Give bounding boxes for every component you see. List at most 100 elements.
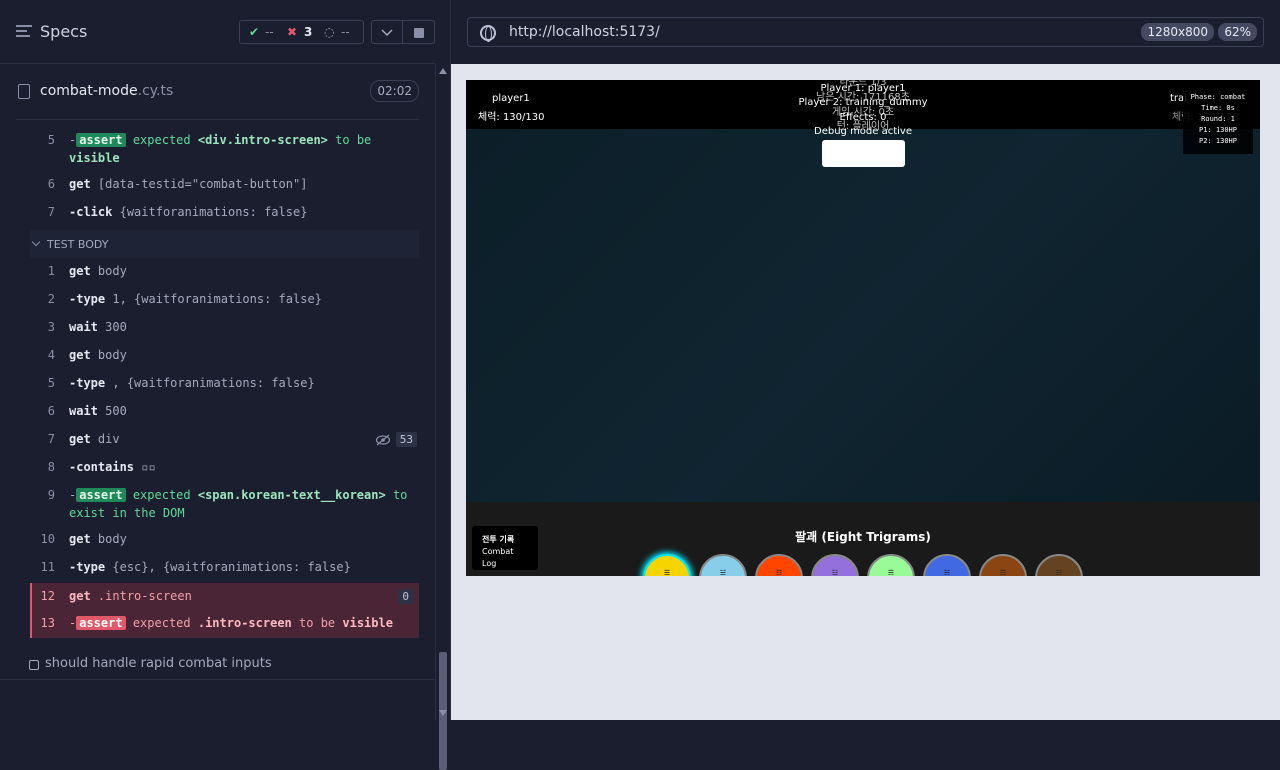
spec-file-basename: combat-mode <box>40 83 138 99</box>
command-row[interactable]: 6 wait 500 <box>30 402 419 422</box>
command-arg: [data-testid="combat-button"] <box>97 177 308 191</box>
command-name: get <box>69 177 91 191</box>
trigram-button[interactable]: ☵ <box>923 554 971 576</box>
assert-subject: <span.korean-text__korean> <box>197 488 386 502</box>
command-arg: 500 <box>105 404 127 418</box>
trigram-button[interactable]: ☲ <box>755 554 803 576</box>
specs-header: Specs ✔ -- ✖ 3 ◌ -- <box>0 0 435 64</box>
divider <box>0 679 435 680</box>
command-number: 11 <box>40 560 55 574</box>
specs-title[interactable]: Specs <box>40 22 87 41</box>
spec-duration: 02:02 <box>370 80 419 102</box>
next-test-title: should handle rapid combat inputs <box>45 656 272 671</box>
reporter-scrollbar[interactable] <box>435 64 450 770</box>
trigram-button[interactable]: ☶ <box>979 554 1027 576</box>
command-name: wait <box>69 320 98 334</box>
zoom-badge[interactable]: 62% <box>1218 23 1257 41</box>
trigram-button[interactable]: ☷ <box>1035 554 1083 576</box>
command-name: assert <box>76 616 126 630</box>
url-bar[interactable]: http://localhost:5173/ 1280x800 62% <box>467 17 1264 47</box>
command-row[interactable]: 5 -type , {waitforanimations: false} <box>30 374 419 394</box>
command-name: get <box>69 264 91 278</box>
passed-count: -- <box>265 25 274 39</box>
trigram-button[interactable]: ☴ <box>867 554 915 576</box>
command-row[interactable]: 6 get [data-testid="combat-button"] <box>30 175 419 195</box>
url-text[interactable]: http://localhost:5173/ <box>509 24 660 40</box>
failed-command-row[interactable]: 12 get .intro-screen 0 <box>30 583 419 610</box>
trigram-symbol: ☶ <box>999 569 1007 576</box>
game-viewport[interactable]: player1 체력: 130/130 라운드 1/3 Player 1: pl… <box>466 80 1260 576</box>
command-row[interactable]: 10 get body <box>30 530 419 550</box>
viewport-size-badge[interactable]: 1280x800 <box>1141 23 1214 41</box>
command-number: 13 <box>40 616 55 630</box>
game-button[interactable] <box>822 140 905 167</box>
element-count: 53 <box>395 432 417 447</box>
test-body-label: TEST BODY <box>47 238 109 251</box>
command-number: 9 <box>47 488 55 502</box>
command-row[interactable]: 4 get body <box>30 346 419 366</box>
command-name: wait <box>69 404 98 418</box>
command-arg: div <box>97 432 120 446</box>
trigram-button[interactable]: ☰ <box>643 554 691 576</box>
command-name: get <box>69 432 91 446</box>
command-row[interactable]: 7 -click {waitforanimations: false} <box>30 203 419 223</box>
command-row[interactable]: 1 get body <box>30 262 419 282</box>
url-header: http://localhost:5173/ 1280x800 62% <box>451 0 1280 64</box>
assert-text: to be <box>335 133 372 147</box>
trigram-button[interactable]: ☳ <box>811 554 859 576</box>
command-number: 12 <box>40 589 55 603</box>
trigram-symbol: ☷ <box>1055 569 1063 576</box>
assert-text: visible <box>342 616 393 630</box>
command-number: 6 <box>47 404 55 418</box>
assert-subject: <div.intro-screen> <box>197 133 328 147</box>
command-row[interactable]: 8 -contains ▫▫ <box>30 458 419 478</box>
menu-icon[interactable] <box>16 25 32 39</box>
trigrams-title: 팔괘 (Eight Trigrams) <box>795 530 931 544</box>
command-number: 10 <box>40 532 55 546</box>
command-row[interactable]: 5 - assert expected <div.intro-screen> to… <box>30 131 419 167</box>
stop-button[interactable] <box>403 20 435 44</box>
command-number: 4 <box>47 348 55 362</box>
command-name: get <box>69 348 91 362</box>
command-number: 3 <box>47 320 55 334</box>
chevron-down-icon <box>31 237 41 247</box>
chevron-down-button[interactable] <box>371 20 403 44</box>
command-row[interactable]: 11 -type {esc}, {waitforanimations: fals… <box>30 558 419 578</box>
spec-file-row[interactable]: combat-mode.cy.ts 02:02 <box>16 64 419 120</box>
command-row[interactable]: 7 get div 53 <box>30 430 419 452</box>
test-body-header[interactable]: TEST BODY <box>30 230 419 258</box>
command-row[interactable]: 2 -type 1, {waitforanimations: false} <box>30 290 419 310</box>
trigram-button[interactable]: ☱ <box>699 554 747 576</box>
assert-text: expected <box>132 616 191 630</box>
scroll-up-icon[interactable] <box>439 68 447 74</box>
command-name: type <box>76 376 106 390</box>
command-number: 7 <box>47 205 55 219</box>
trigram-symbol: ☰ <box>663 569 671 576</box>
command-row[interactable]: 3 wait 300 <box>30 318 419 338</box>
pending-count: -- <box>341 25 350 39</box>
assert-text: expected <box>132 488 191 502</box>
trigram-symbol: ☱ <box>719 569 727 576</box>
stop-icon <box>414 28 424 38</box>
pending-test-icon <box>29 660 39 670</box>
failed-command-row[interactable]: 13 - assert expected .intro-screen to be … <box>30 610 419 638</box>
command-name: assert <box>76 488 126 502</box>
command-arg: body <box>97 348 127 362</box>
globe-icon <box>480 25 496 42</box>
scroll-down-icon[interactable] <box>439 710 447 716</box>
assert-text: to be <box>299 616 336 630</box>
failed-count: 3 <box>304 25 313 39</box>
game-bottom-bar: 전투 기록 Combat Log 팔괘 (Eight Trigrams) ☰ ☱ ☲… <box>466 502 1260 576</box>
command-arg: body <box>97 264 127 278</box>
command-number: 7 <box>47 432 55 446</box>
command-name: type <box>76 560 106 574</box>
command-arg: 1, {waitforanimations: false} <box>112 292 322 306</box>
command-name: get <box>69 532 91 546</box>
command-number: 5 <box>47 133 55 147</box>
test-stats: ✔ -- ✖ 3 ◌ -- <box>239 20 364 44</box>
command-number: 6 <box>47 177 55 191</box>
next-test-item[interactable]: should handle rapid combat inputs <box>29 656 272 671</box>
command-number: 8 <box>47 460 55 474</box>
assert-text: visible <box>69 151 120 165</box>
command-row[interactable]: 9 - assert expected <span.korean-text__ko… <box>30 486 419 522</box>
